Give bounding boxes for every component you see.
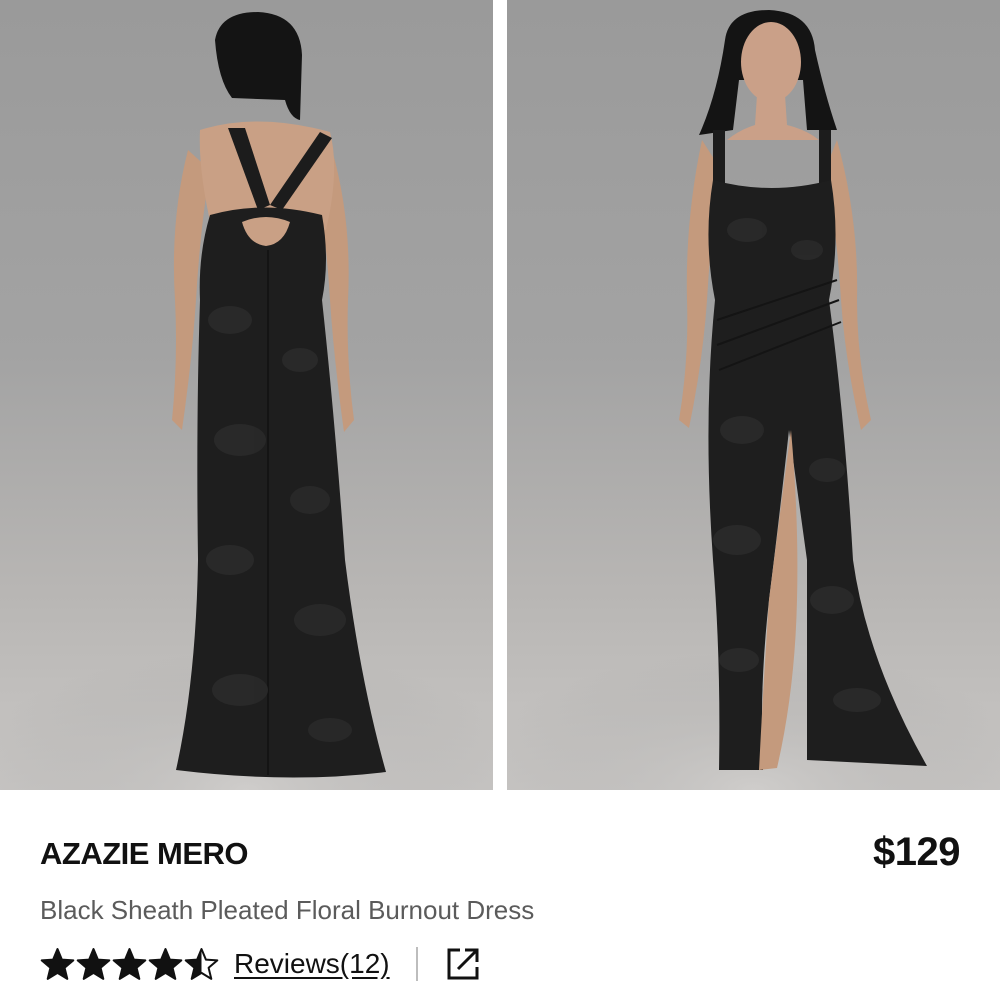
product-title[interactable]: Black Sheath Pleated Floral Burnout Dres… — [40, 895, 534, 926]
divider — [415, 947, 418, 981]
star-icon — [184, 947, 219, 980]
reviews-link[interactable]: Reviews(12) — [234, 948, 390, 980]
star-icon — [148, 947, 183, 980]
product-gallery — [0, 0, 1000, 790]
brand-name: AZAZIE MERO — [40, 836, 249, 871]
rating-row: Reviews(12) — [40, 942, 482, 986]
star-icon — [40, 947, 75, 980]
product-info: AZAZIE MERO $129 Black Sheath Pleated Fl… — [0, 790, 1000, 1000]
star-icon — [112, 947, 147, 980]
product-image-back[interactable] — [0, 0, 493, 790]
star-icon — [76, 947, 111, 980]
product-image-front[interactable] — [507, 0, 1000, 790]
share-button[interactable] — [444, 945, 482, 983]
external-link-icon — [447, 948, 479, 980]
star-rating[interactable] — [40, 947, 220, 982]
dress-front-illustration — [507, 10, 1000, 790]
product-price: $129 — [873, 830, 960, 874]
dress-back-illustration — [0, 12, 493, 790]
